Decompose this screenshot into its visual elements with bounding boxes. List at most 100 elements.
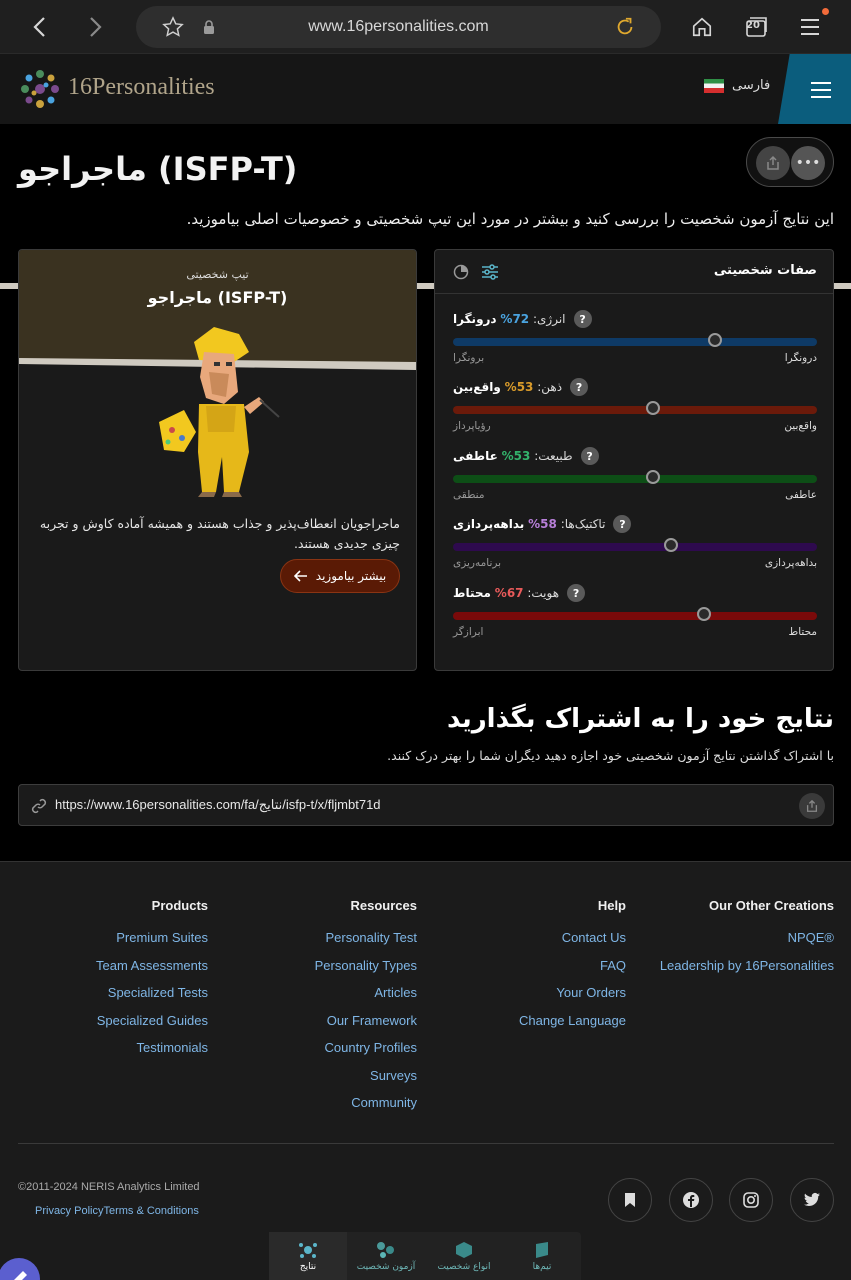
trait-percent: 67% [494,586,524,600]
trait-percent: 72% [500,312,530,326]
instagram-button[interactable] [729,1178,773,1222]
trait-name: عاطفی [453,449,498,463]
footer-link[interactable]: NPQE® [660,924,834,952]
trait-left-label: منطقی [453,489,485,501]
sliders-icon[interactable] [481,263,499,281]
terms-link[interactable]: Terms & Conditions [103,1205,198,1217]
trait-bar [453,475,817,483]
trait-knob [708,333,723,347]
twitter-icon [804,1192,820,1207]
share-url-field[interactable]: https://www.16personalities.com/fa/نتایج… [18,784,834,826]
trait-label: هویت: 67% محتاط [453,586,560,600]
reload-icon[interactable] [608,10,642,44]
hamburger-icon [811,82,831,98]
back-icon[interactable] [23,10,57,44]
footer-link[interactable]: Premium Suites [96,924,208,952]
nav-teams[interactable]: تیم‌ها [503,1232,581,1280]
logo-icon[interactable] [17,66,63,112]
facebook-button[interactable] [669,1178,713,1222]
trait-bar [453,612,817,620]
trait-right-label: عاطفی [785,489,817,501]
type-description: ماجراجویان انعطاف‌پذیر و جذاب هستند و هم… [39,516,400,551]
bookmark-icon [625,1193,635,1207]
bottom-nav: نتایج آزمون شخصیت انواع شخصیت تیم‌ها [269,1232,581,1280]
help-icon[interactable]: ? [567,584,586,602]
teams-icon [536,1241,548,1258]
nav-test[interactable]: آزمون شخصیت [347,1232,425,1280]
trait-percent: 53% [501,449,531,463]
trait-percent: 53% [504,380,534,394]
footer-link[interactable]: Country Profiles [315,1034,417,1062]
trait-row: ذهن: 53% واقع‌بین? رؤیاپرداز واقع‌بین [453,378,817,438]
footer-link[interactable]: Articles [315,979,417,1007]
trait-bar [453,406,817,414]
menu-icon[interactable] [793,10,827,44]
share-subtitle: با اشتراک گذاشتن نتایج آزمون شخصیتی خود … [387,748,834,763]
help-icon[interactable]: ? [573,310,592,328]
learn-more-button[interactable]: بیشتر بیاموزید [280,559,400,593]
home-icon[interactable] [685,10,719,44]
footer-link[interactable]: Team Assessments [96,952,208,980]
adventurer-illustration [159,327,280,497]
trait-header: تاکتیک‌ها: 58% بداهه‌پردازی? [453,515,632,533]
trait-label: انرژی: 72% درونگرا [453,312,566,326]
pie-chart-icon[interactable] [453,264,469,280]
footer-link[interactable]: Your Orders [519,979,626,1007]
share-icon [806,799,818,812]
trait-row: طبیعت: 53% عاطفی? منطقی عاطفی [453,447,817,507]
footer-link[interactable]: Specialized Guides [96,1007,208,1035]
trait-row: هویت: 67% محتاط? ابرازگر محتاط [453,584,817,644]
traits-card: صفات شخصیتی انرژی: 72% درونگرا? برونگرا در… [434,249,834,671]
bookmark-button[interactable] [608,1178,652,1222]
copy-share-button[interactable] [799,793,825,819]
nav-types[interactable]: انواع شخصیت [425,1232,503,1280]
pencil-icon [14,1271,27,1280]
forward-icon[interactable] [78,10,112,44]
trait-row: انرژی: 72% درونگرا? برونگرا درونگرا [453,310,817,370]
trait-percent: 58% [528,517,557,531]
footer-link[interactable]: Specialized Tests [96,979,208,1007]
footer-link[interactable]: Leadership by 16Personalities [660,952,834,980]
footer-col-products: Products Premium Suites Team Assessments… [96,898,208,1062]
footer-link[interactable]: Change Language [519,1007,626,1035]
trait-row: تاکتیک‌ها: 58% بداهه‌پردازی? برنامه‌ریزی ب… [453,515,817,575]
trait-header: انرژی: 72% درونگرا? [453,310,592,328]
footer-heading: Resources [350,898,417,913]
footer-link[interactable]: Testimonials [96,1034,208,1062]
more-icon: ••• [795,155,821,171]
nav-label: تیم‌ها [532,1261,552,1272]
footer-link[interactable]: Our Framework [315,1007,417,1035]
footer-link[interactable]: Contact Us [519,924,626,952]
trait-name: محتاط [453,586,491,600]
iran-flag-icon [704,78,724,93]
tabs-icon[interactable]: 20 [739,10,773,44]
twitter-button[interactable] [790,1178,834,1222]
footer-divider [18,1143,834,1144]
address-bar[interactable]: www.16personalities.com [136,6,661,48]
help-icon[interactable]: ? [580,447,599,465]
language-selector[interactable]: فارسی [704,78,770,93]
more-button[interactable]: ••• [791,146,825,180]
trait-right-label: بداهه‌پردازی [764,557,817,569]
footer-link[interactable]: Community [315,1089,417,1117]
share-button[interactable] [756,146,790,180]
footer-link[interactable]: Personality Test [315,924,417,952]
privacy-link[interactable]: Privacy Policy [35,1205,103,1217]
browser-toolbar: www.16personalities.com 20 [0,0,851,54]
footer-link[interactable]: FAQ [519,952,626,980]
nav-results[interactable]: نتایج [269,1232,347,1280]
help-icon[interactable]: ? [613,515,632,533]
footer-link[interactable]: Personality Types [315,952,417,980]
trait-label: ذهن: 53% واقع‌بین [453,380,563,394]
nav-label: انواع شخصیت [437,1261,491,1272]
type-label: تیپ شخصیتی [186,268,249,281]
trait-header: طبیعت: 53% عاطفی? [453,447,599,465]
share-icon [767,155,779,170]
feedback-button[interactable] [0,1258,40,1280]
footer-link[interactable]: Surveys [315,1062,417,1090]
help-icon[interactable]: ? [570,378,589,396]
trait-name: واقع‌بین [453,380,501,394]
logo-text[interactable]: 16Personalities [68,74,215,101]
site-menu-button[interactable] [778,54,851,124]
actions-group: ••• [746,137,834,187]
